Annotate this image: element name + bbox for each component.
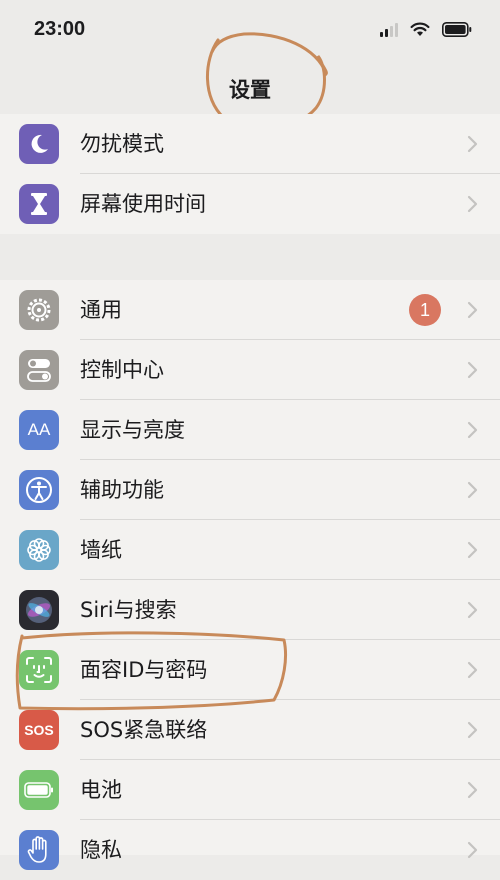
row-label: 勿扰模式 — [80, 132, 164, 156]
battery-status-icon — [442, 22, 472, 37]
chevron-right-icon — [467, 841, 478, 859]
settings-group-main: 通用 1 控制中心 AA 显示与亮度 辅助功能 墙纸 Siri与搜索 面容ID与… — [0, 280, 500, 870]
chevron-right-icon — [467, 481, 478, 499]
row-label: 隐私 — [80, 838, 122, 862]
battery-icon — [19, 770, 59, 810]
row-label: 控制中心 — [80, 358, 164, 382]
row-label: 屏幕使用时间 — [80, 192, 206, 216]
gear-icon — [19, 290, 59, 330]
chevron-right-icon — [467, 541, 478, 559]
row-label: 通用 — [80, 298, 122, 322]
row-privacy[interactable]: 隐私 — [0, 820, 500, 880]
toggle-icon — [19, 350, 59, 390]
chevron-right-icon — [467, 601, 478, 619]
status-bar: 23:00 — [0, 0, 500, 60]
row-label: 显示与亮度 — [80, 418, 185, 442]
row-emergency-sos[interactable]: SOS SOS紧急联络 — [0, 700, 500, 760]
row-display-brightness[interactable]: AA 显示与亮度 — [0, 400, 500, 460]
page-title: 设置 — [229, 78, 271, 102]
flower-icon — [19, 530, 59, 570]
siri-icon — [19, 590, 59, 630]
chevron-right-icon — [467, 781, 478, 799]
row-battery[interactable]: 电池 — [0, 760, 500, 820]
hourglass-icon — [19, 184, 59, 224]
row-wallpaper[interactable]: 墙纸 — [0, 520, 500, 580]
cellular-signal-icon — [380, 22, 398, 37]
status-time: 23:00 — [34, 18, 86, 40]
row-siri-search[interactable]: Siri与搜索 — [0, 580, 500, 640]
sos-icon-text: SOS — [24, 722, 54, 738]
face-id-icon — [19, 650, 59, 690]
sos-icon: SOS — [19, 710, 59, 750]
status-icons — [380, 22, 472, 37]
row-label: Siri与搜索 — [80, 598, 177, 622]
settings-group-focus: 勿扰模式 屏幕使用时间 — [0, 114, 500, 234]
chevron-right-icon — [467, 421, 478, 439]
wifi-icon — [410, 22, 430, 36]
row-face-id-passcode[interactable]: 面容ID与密码 — [0, 640, 500, 700]
chevron-right-icon — [467, 301, 478, 319]
row-accessibility[interactable]: 辅助功能 — [0, 460, 500, 520]
update-badge: 1 — [409, 294, 441, 326]
moon-icon — [19, 124, 59, 164]
row-label: SOS紧急联络 — [80, 718, 208, 742]
row-label: 墙纸 — [80, 538, 122, 562]
chevron-right-icon — [467, 195, 478, 213]
row-label: 面容ID与密码 — [80, 658, 208, 682]
row-do-not-disturb[interactable]: 勿扰模式 — [0, 114, 500, 174]
chevron-right-icon — [467, 135, 478, 153]
row-screen-time[interactable]: 屏幕使用时间 — [0, 174, 500, 234]
row-general[interactable]: 通用 1 — [0, 280, 500, 340]
accessibility-icon — [19, 470, 59, 510]
row-label: 辅助功能 — [80, 478, 164, 502]
chevron-right-icon — [467, 721, 478, 739]
chevron-right-icon — [467, 361, 478, 379]
row-control-center[interactable]: 控制中心 — [0, 340, 500, 400]
hand-icon — [19, 830, 59, 870]
chevron-right-icon — [467, 661, 478, 679]
aa-icon: AA — [19, 410, 59, 450]
row-label: 电池 — [80, 778, 122, 802]
aa-icon-text: AA — [27, 420, 51, 439]
